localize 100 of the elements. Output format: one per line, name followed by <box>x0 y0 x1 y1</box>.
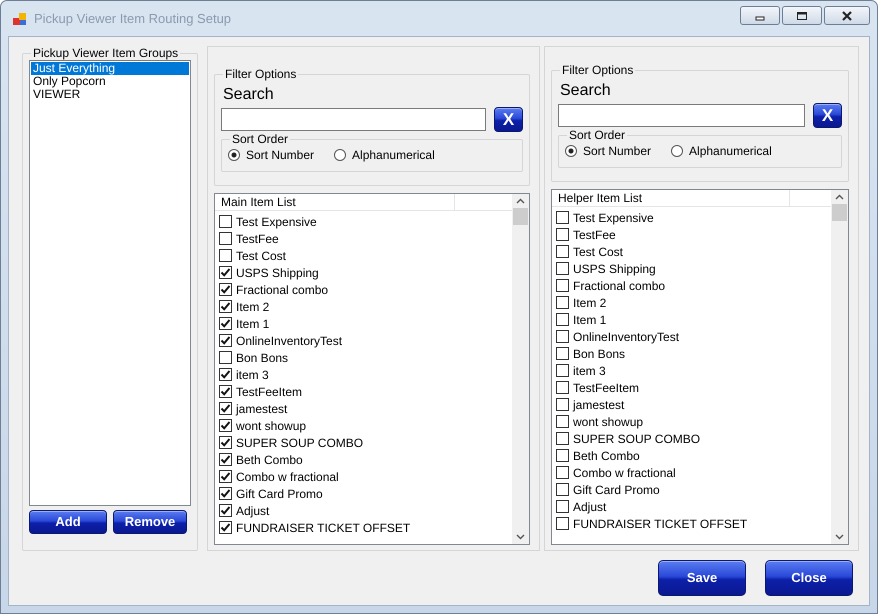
search-label: Search <box>223 86 275 104</box>
item-label: USPS Shipping <box>236 264 319 282</box>
item-label: Test Cost <box>236 248 286 264</box>
checkbox[interactable] <box>219 487 232 500</box>
window-title: Pickup Viewer Item Routing Setup <box>34 10 232 28</box>
scroll-up-icon[interactable] <box>835 194 844 200</box>
checkbox[interactable] <box>556 517 569 530</box>
item-label: SUPER SOUP COMBO <box>573 430 700 448</box>
scrollbar[interactable] <box>512 194 529 544</box>
checkbox[interactable] <box>219 300 232 313</box>
item-label: wont showup <box>573 414 644 430</box>
radio-label: Alphanumerical <box>689 143 772 160</box>
checkbox[interactable] <box>219 215 232 228</box>
item-label: OnlineInventoryTest <box>236 332 342 350</box>
group-list-item[interactable]: VIEWER <box>31 88 189 101</box>
item-label: item 3 <box>573 362 606 380</box>
item-label: TestFeeItem <box>236 384 302 400</box>
item-label: TestFee <box>236 230 279 248</box>
checkbox[interactable] <box>219 504 232 517</box>
scrollbar[interactable] <box>831 190 848 544</box>
add-button[interactable]: Add <box>29 510 107 534</box>
search-label: Search <box>560 82 612 100</box>
checkbox[interactable] <box>556 466 569 479</box>
minimize-button[interactable] <box>740 6 780 25</box>
radio-button[interactable] <box>671 145 684 157</box>
item-label: wont showup <box>236 418 306 434</box>
item-label: Beth Combo <box>573 448 640 464</box>
checkbox[interactable] <box>219 453 232 466</box>
search-field[interactable] <box>558 104 805 127</box>
checkbox[interactable] <box>219 283 232 296</box>
item-label: Fractional combo <box>236 282 328 298</box>
checkbox[interactable] <box>556 211 569 224</box>
scroll-down-icon[interactable] <box>835 534 844 540</box>
remove-button[interactable]: Remove <box>113 510 187 534</box>
checkbox[interactable] <box>556 296 569 309</box>
app-icon <box>12 10 28 26</box>
scrollbar-thumb[interactable] <box>513 208 528 225</box>
maximize-button[interactable] <box>782 6 822 25</box>
item-label: Item 1 <box>573 312 606 328</box>
checkbox[interactable] <box>556 279 569 292</box>
close-dialog-button[interactable]: Close <box>765 560 853 596</box>
checkbox[interactable] <box>219 266 232 279</box>
group-box-title: Pickup Viewer Item Groups <box>32 46 180 60</box>
close-button[interactable] <box>824 6 870 25</box>
checkbox[interactable] <box>219 351 232 364</box>
item-label: Test Expensive <box>573 210 654 226</box>
item-label: Test Cost <box>573 244 624 260</box>
item-label: TestFeeItem <box>573 380 640 396</box>
checkbox[interactable] <box>219 249 232 262</box>
checkbox[interactable] <box>556 381 569 394</box>
checkbox[interactable] <box>219 419 232 432</box>
checkbox[interactable] <box>219 232 232 245</box>
scroll-up-icon[interactable] <box>516 198 525 204</box>
radio-button[interactable] <box>334 149 346 161</box>
checkbox[interactable] <box>556 398 569 411</box>
radio-label: Sort Number <box>583 143 652 160</box>
checkbox[interactable] <box>556 500 569 513</box>
item-label: USPS Shipping <box>573 260 656 278</box>
checkbox[interactable] <box>219 368 232 381</box>
item-label: Combo w fractional <box>573 464 676 482</box>
checkbox[interactable] <box>556 432 569 445</box>
search-field[interactable] <box>221 108 486 131</box>
checkbox[interactable] <box>556 347 569 360</box>
checkbox[interactable] <box>219 402 232 415</box>
item-label: OnlineInventoryTest <box>573 328 680 346</box>
radio-button[interactable] <box>565 145 577 157</box>
group-box-title: Filter Options <box>224 67 298 81</box>
radio-label: Alphanumerical <box>352 147 435 164</box>
checkbox[interactable] <box>219 334 232 347</box>
checkbox[interactable] <box>556 313 569 326</box>
checkbox[interactable] <box>556 415 569 428</box>
checkbox[interactable] <box>219 385 232 398</box>
group-list-item[interactable]: Just Everything <box>31 62 189 75</box>
checkbox[interactable] <box>556 483 569 496</box>
group-box-title: Sort Order <box>231 132 290 146</box>
item-label: Gift Card Promo <box>573 482 660 498</box>
checkbox[interactable] <box>556 228 569 241</box>
checkbox[interactable] <box>556 364 569 377</box>
item-label: item 3 <box>236 366 269 384</box>
checkbox[interactable] <box>219 521 232 534</box>
checkbox[interactable] <box>556 449 569 462</box>
item-label: Bon Bons <box>573 346 626 362</box>
checkbox[interactable] <box>219 470 232 483</box>
item-label: TestFee <box>573 226 616 244</box>
radio-button[interactable] <box>228 149 240 161</box>
clear-search-button[interactable]: X <box>494 107 523 132</box>
group-list-item[interactable]: Only Popcorn <box>31 75 189 88</box>
checkbox[interactable] <box>219 317 232 330</box>
item-label: Beth Combo <box>236 452 303 468</box>
item-label: SUPER SOUP COMBO <box>236 434 364 452</box>
item-label: FUNDRAISER TICKET OFFSET <box>236 520 410 536</box>
checkbox[interactable] <box>219 436 232 449</box>
item-label: Gift Card Promo <box>236 486 323 502</box>
scrollbar-thumb[interactable] <box>832 204 847 221</box>
scroll-down-icon[interactable] <box>516 534 525 540</box>
clear-search-button[interactable]: X <box>813 103 842 128</box>
checkbox[interactable] <box>556 330 569 343</box>
checkbox[interactable] <box>556 245 569 258</box>
save-button[interactable]: Save <box>658 560 746 596</box>
checkbox[interactable] <box>556 262 569 275</box>
